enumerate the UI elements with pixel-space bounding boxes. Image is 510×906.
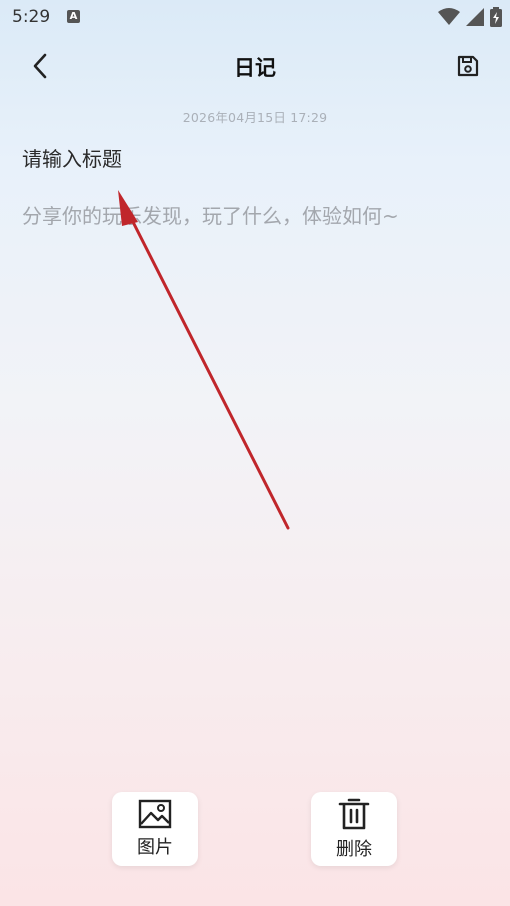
save-icon xyxy=(457,55,479,77)
body-input[interactable] xyxy=(22,202,488,702)
page-title: 日记 xyxy=(234,56,276,80)
signal-icon xyxy=(466,8,484,26)
top-bar: 日记 xyxy=(0,40,510,90)
status-bar: 5:29 A xyxy=(0,0,510,36)
save-button[interactable] xyxy=(450,48,486,84)
a-icon: A xyxy=(67,10,80,23)
delete-button-label: 删除 xyxy=(336,839,372,860)
title-input[interactable] xyxy=(22,144,482,174)
status-time: 5:29 xyxy=(12,7,51,27)
add-image-button[interactable]: 图片 xyxy=(112,792,198,866)
battery-icon xyxy=(490,7,502,27)
trash-icon xyxy=(338,798,370,830)
entry-datetime: 2026年04月15日 17:29 xyxy=(182,110,328,125)
wifi-icon xyxy=(438,8,460,25)
system-icons xyxy=(438,7,502,27)
image-icon xyxy=(138,799,172,829)
image-button-label: 图片 xyxy=(137,837,173,858)
delete-button[interactable]: 删除 xyxy=(311,792,397,866)
